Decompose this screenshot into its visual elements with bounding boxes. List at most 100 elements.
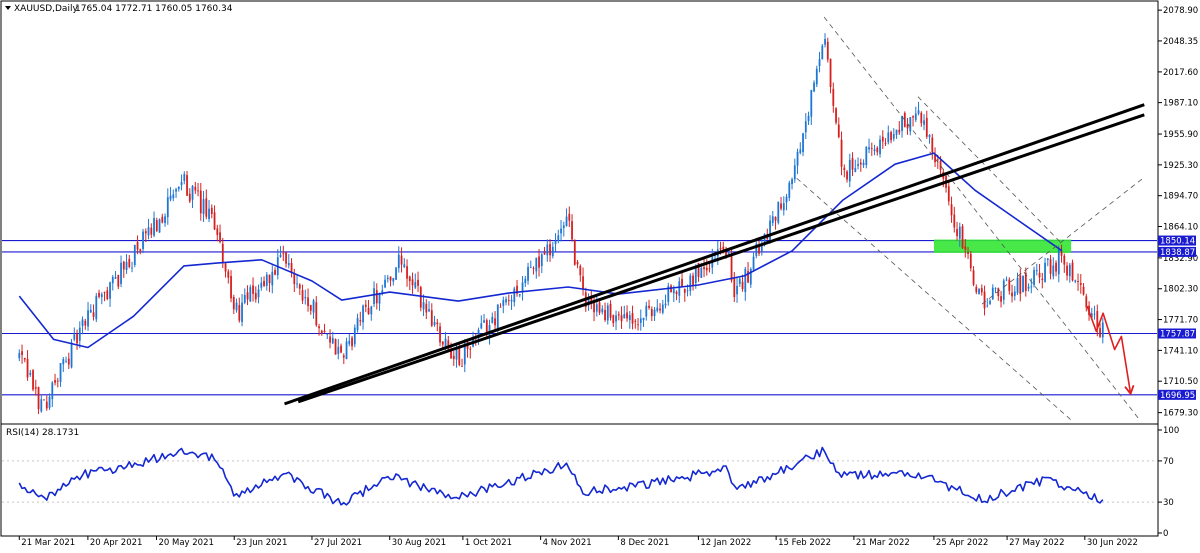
- candle-body: [502, 300, 505, 306]
- candle-body: [917, 110, 920, 114]
- candle-body: [384, 279, 386, 288]
- candle-body: [89, 309, 92, 313]
- candle-body: [543, 252, 546, 255]
- candle-body: [51, 382, 54, 400]
- candle-body: [634, 320, 637, 322]
- candle-body: [436, 322, 439, 325]
- candle-body: [76, 333, 78, 344]
- candle-body: [686, 290, 689, 292]
- candle-body: [227, 271, 230, 278]
- candle-body: [598, 302, 601, 313]
- candle-body: [221, 243, 224, 263]
- candle-body: [892, 134, 895, 139]
- candle-body: [177, 186, 180, 189]
- candle-body: [122, 261, 125, 270]
- candle-body: [648, 305, 650, 308]
- candle-body: [406, 266, 408, 279]
- candle-body: [986, 305, 989, 307]
- candle-body: [37, 387, 40, 410]
- candle-body: [315, 302, 318, 326]
- candle-body: [109, 282, 111, 299]
- support-zone: [933, 239, 1072, 253]
- candle-body: [175, 189, 177, 192]
- candle-body: [675, 291, 678, 295]
- candle-body: [197, 190, 199, 192]
- candle-body: [219, 232, 221, 243]
- candle-body: [147, 227, 150, 236]
- candle-body: [1049, 259, 1052, 274]
- candle-body: [846, 171, 848, 180]
- candle-body: [507, 300, 510, 302]
- candle-body: [681, 278, 683, 287]
- candle-body: [615, 315, 617, 322]
- candle-body: [238, 305, 241, 321]
- candle-body: [45, 401, 48, 409]
- candle-body: [898, 129, 901, 133]
- candle-body: [29, 372, 32, 375]
- candle-body: [956, 229, 958, 237]
- candle-body: [928, 134, 931, 138]
- candle-body: [180, 181, 183, 186]
- candle-body: [1013, 291, 1016, 296]
- candle-body: [1038, 272, 1041, 278]
- date-tick-label: 20 Apr 2021: [90, 538, 143, 548]
- candle-body: [337, 346, 340, 354]
- candle-body: [100, 294, 103, 298]
- candle-body: [769, 220, 771, 240]
- candle-body: [983, 291, 986, 309]
- candle-body: [208, 208, 210, 219]
- candle-body: [224, 263, 227, 272]
- candle-body: [678, 281, 681, 296]
- date-tick-label: 1 Oct 2021: [465, 538, 512, 548]
- candle-body: [483, 320, 485, 323]
- candle-body: [961, 226, 964, 249]
- candle-body: [518, 294, 521, 296]
- candle-body: [777, 201, 780, 223]
- candle-body: [637, 324, 639, 326]
- candle-body: [832, 88, 835, 106]
- candle-body: [285, 252, 287, 264]
- candle-body: [260, 282, 263, 288]
- candle-body: [604, 310, 606, 321]
- candle-body: [111, 276, 114, 284]
- candle-body: [469, 348, 472, 350]
- price-tick-label: 1955.90: [1163, 130, 1198, 140]
- candle-body: [67, 358, 70, 365]
- candle-body: [56, 380, 59, 382]
- candle-body: [837, 124, 840, 138]
- candle-body: [1027, 286, 1030, 289]
- candle-body: [279, 254, 282, 258]
- price-tick-label: 1771.70: [1163, 316, 1198, 326]
- date-tick-label: 15 Feb 2022: [778, 538, 831, 548]
- candle-body: [546, 244, 549, 256]
- candle-body: [595, 304, 598, 312]
- candle-body: [1060, 251, 1063, 256]
- candle-body: [1077, 281, 1079, 282]
- candle-body: [774, 216, 777, 221]
- candle-body: [494, 318, 496, 326]
- candle-body: [505, 299, 507, 303]
- candle-body: [672, 289, 675, 294]
- candle-body: [579, 265, 582, 276]
- candle-body: [169, 195, 172, 200]
- candle-body: [980, 288, 983, 293]
- candle-body: [353, 327, 356, 345]
- candle-body: [331, 337, 334, 344]
- candle-body: [54, 380, 56, 383]
- date-tick-label: 23 Jun 2021: [236, 538, 287, 548]
- candle-body: [439, 326, 441, 343]
- candle-body: [92, 312, 95, 317]
- candle-body: [804, 121, 807, 133]
- candle-body: [1074, 280, 1077, 282]
- candle-body: [920, 112, 923, 124]
- candle-body: [62, 359, 65, 365]
- candle-body: [326, 334, 329, 335]
- candle-body: [513, 288, 516, 303]
- support-zone-box[interactable]: [933, 239, 1072, 253]
- candle-body: [293, 273, 296, 285]
- candle-body: [664, 303, 667, 306]
- candle-body: [364, 304, 367, 307]
- candle-body: [1041, 278, 1044, 280]
- candle-body: [202, 199, 205, 215]
- candle-body: [282, 253, 285, 255]
